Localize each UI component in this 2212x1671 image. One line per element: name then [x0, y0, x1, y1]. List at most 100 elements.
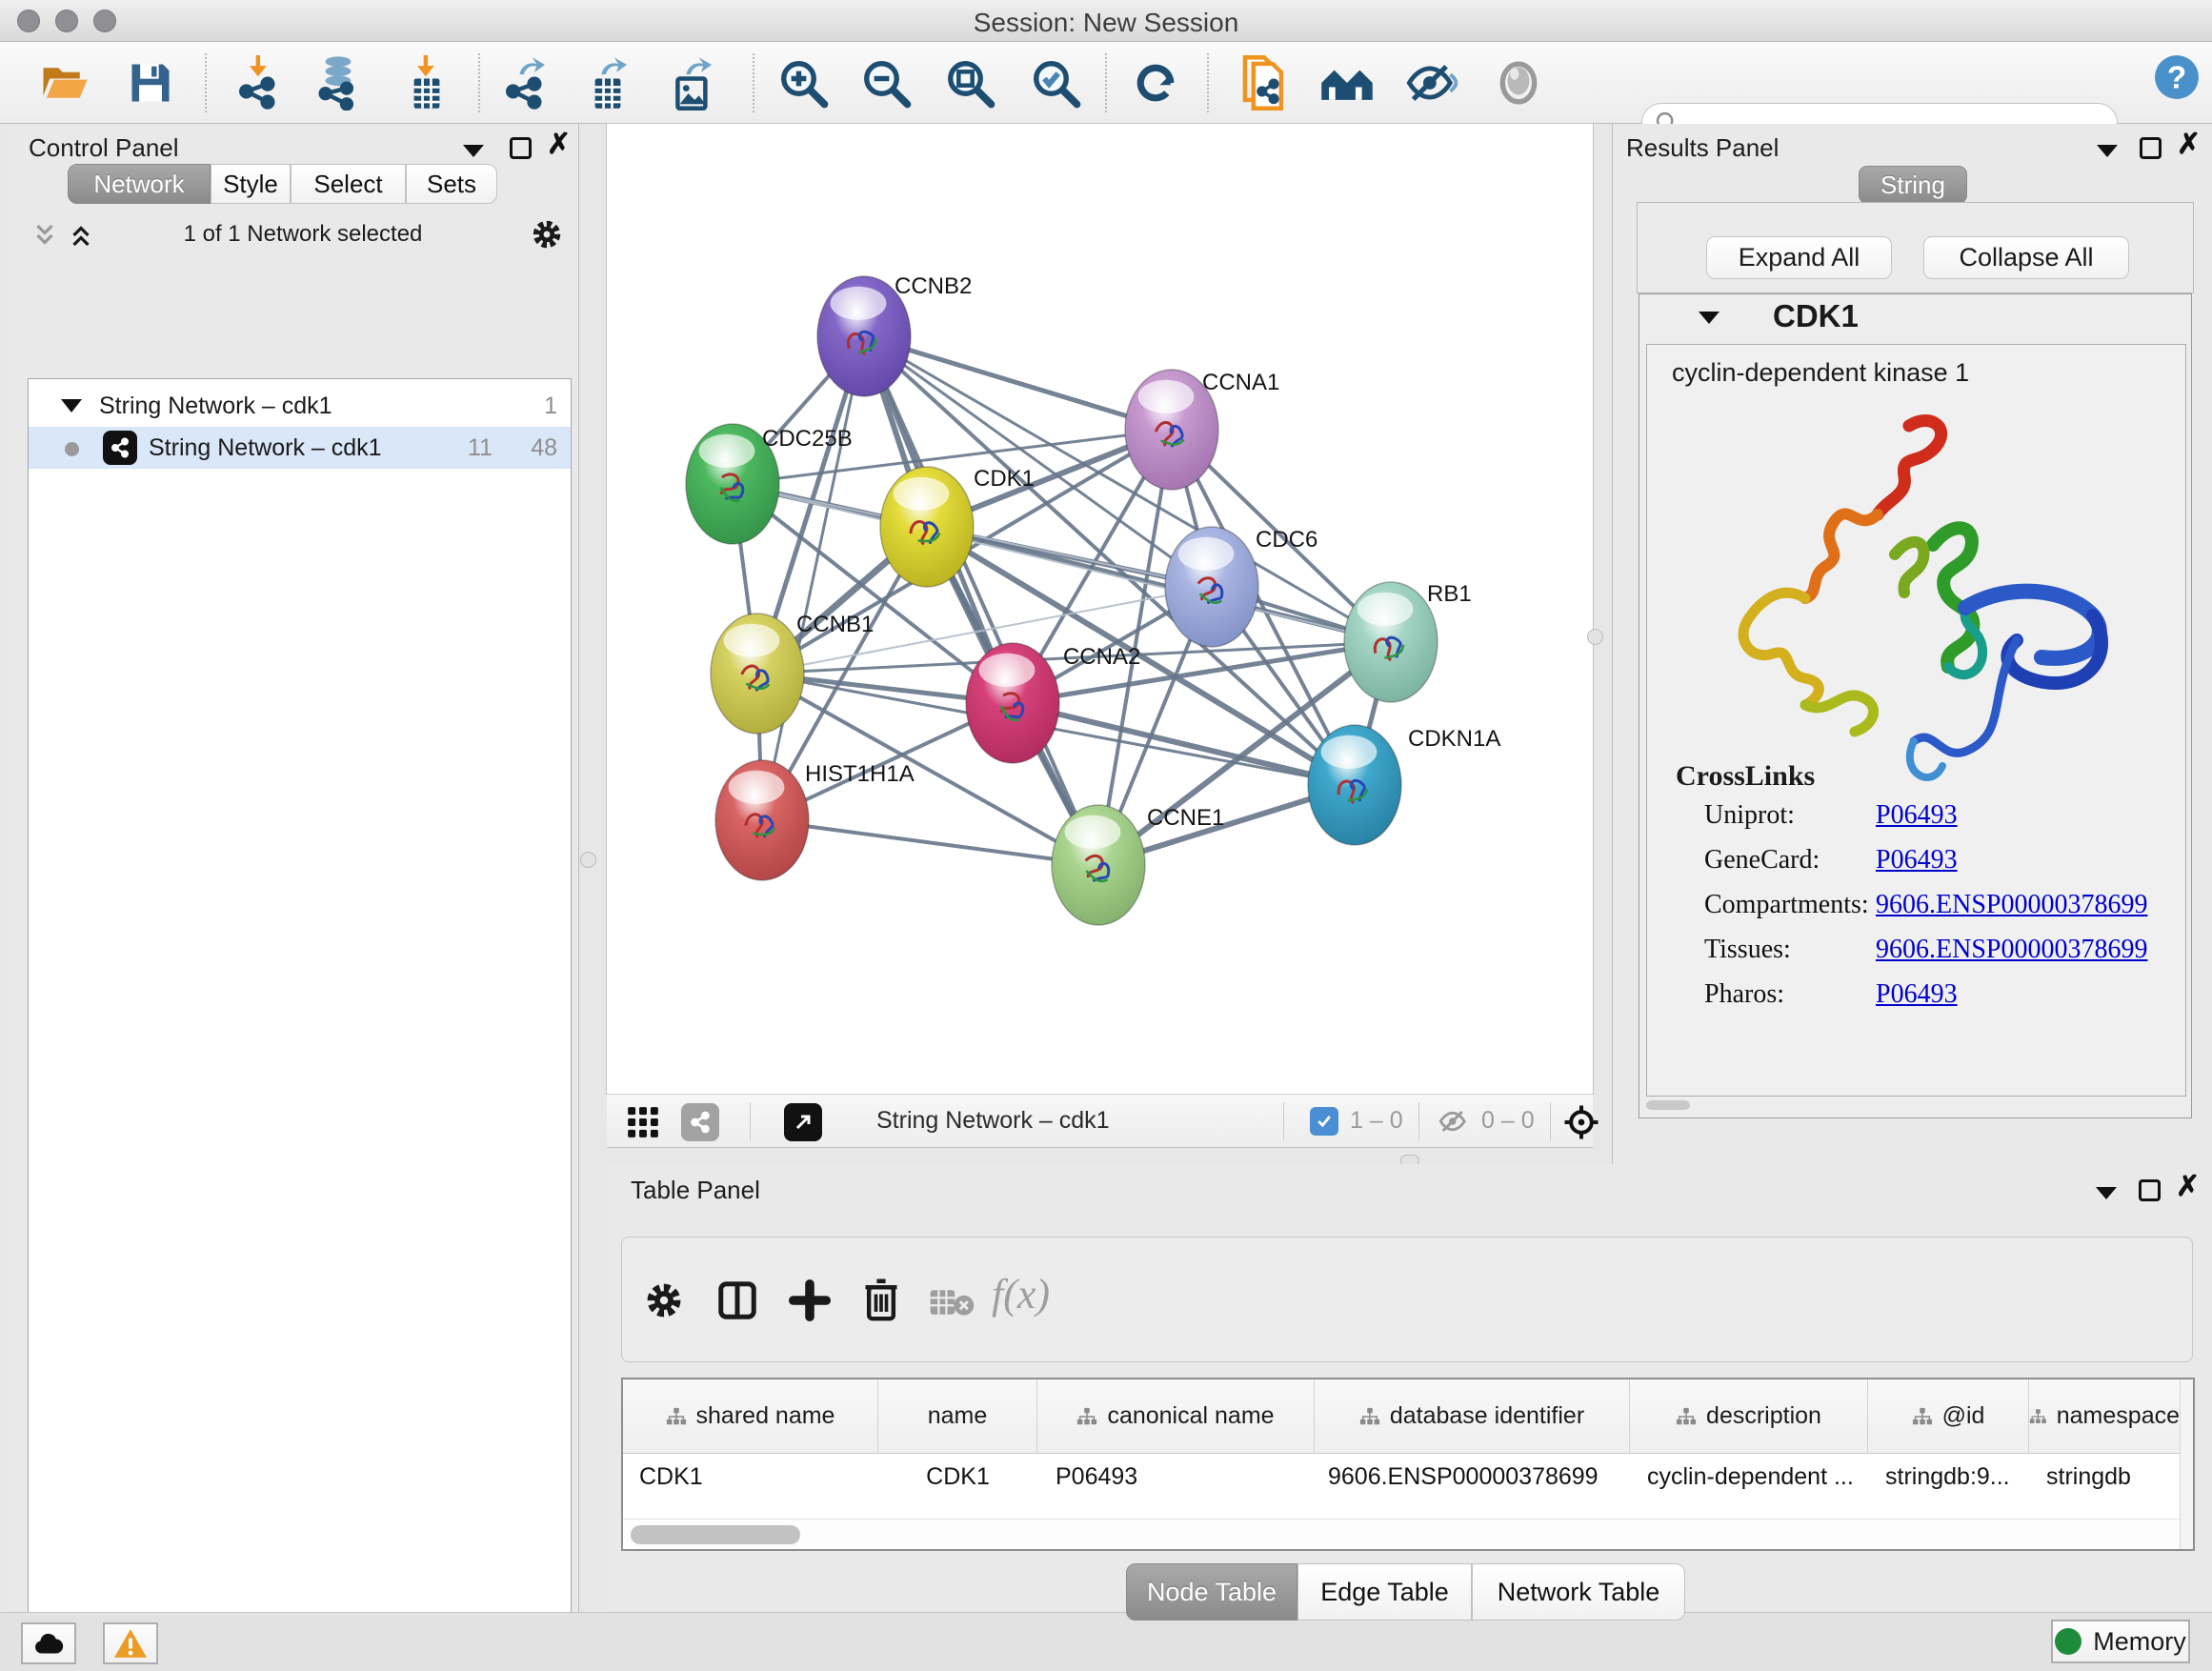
tab-network-table[interactable]: Network Table [1472, 1563, 1685, 1621]
edge-CCNB2-HIST1H1A[interactable] [762, 336, 864, 820]
node-count: 11 [468, 434, 493, 462]
left-splitter-grip[interactable] [580, 852, 596, 868]
table-row[interactable]: CDK1 CDK1 P06493 9606.ENSP00000378699 cy… [623, 1454, 2180, 1517]
node-RB1[interactable]: RB1 [1344, 581, 1472, 702]
node-CDKN1A[interactable]: CDKN1A [1308, 725, 1500, 845]
panel-menu-caret[interactable] [2096, 1187, 2117, 1199]
column-header-id[interactable]: @id [1868, 1379, 2029, 1453]
birdseye-grid-icon[interactable] [624, 1104, 662, 1140]
database-network-icon [312, 55, 365, 111]
network-list-toolbar: 1 of 1 Network selected [8, 215, 579, 255]
import-network-file-button[interactable] [231, 55, 287, 111]
table-tabs: Node Table Edge Table Network Table [1126, 1563, 1685, 1621]
node-CCNE1[interactable]: CCNE1 [1052, 805, 1224, 925]
show-columns-icon[interactable] [715, 1278, 759, 1323]
collapse-all-button[interactable]: Collapse All [1923, 236, 2129, 279]
panel-close-button[interactable]: ✗ [2176, 1176, 2200, 1198]
column-header-database-identifier[interactable]: database identifier [1315, 1379, 1630, 1453]
results-scrollbar-thumb[interactable] [1646, 1100, 1690, 1110]
collapse-all-chevrons-icon[interactable] [30, 221, 59, 250]
tab-style[interactable]: Style [211, 164, 291, 204]
table-vertical-scrollbar[interactable] [2180, 1379, 2193, 1549]
results-panel: Results Panel ✗ String Expand All Collap… [1612, 124, 2212, 1174]
network-row-selected[interactable]: String Network – cdk1 11 48 [29, 427, 571, 469]
panel-menu-caret[interactable] [2097, 145, 2118, 157]
memory-button[interactable]: Memory [2051, 1620, 2190, 1663]
gear-icon[interactable] [643, 1279, 685, 1321]
table-horizontal-scrollbar[interactable] [623, 1519, 2180, 1549]
open-session-button[interactable] [37, 55, 92, 111]
string-import-button[interactable] [1237, 55, 1292, 111]
mapped-column-icon [1676, 1406, 1697, 1427]
crosslink-compartments-link[interactable]: 9606.ENSP00000378699 [1876, 890, 2147, 920]
tree-expand-caret[interactable] [61, 399, 82, 413]
share-network-button[interactable] [681, 1103, 719, 1141]
node-CDC25B[interactable]: CDC25B [686, 424, 853, 544]
panel-float-button[interactable] [2140, 137, 2162, 159]
zoom-fit-button[interactable] [942, 55, 997, 111]
column-header-namespace[interactable]: namespace [2029, 1379, 2180, 1453]
selected-checkbox[interactable] [1310, 1107, 1338, 1136]
export-network-icon [500, 55, 552, 111]
node-CCNA1[interactable]: CCNA1 [1125, 370, 1279, 490]
export-image-button[interactable] [665, 55, 720, 111]
fit-crosshair-icon[interactable] [1562, 1103, 1600, 1141]
node-CCNB1[interactable]: CCNB1 [711, 612, 874, 734]
panel-float-button[interactable] [2139, 1179, 2161, 1201]
column-header-canonical-name[interactable]: canonical name [1037, 1379, 1315, 1453]
expand-all-chevrons-icon[interactable] [67, 221, 95, 250]
crosslink-label: Pharos: [1704, 979, 1784, 1010]
crosslink-pharos-link[interactable]: P06493 [1876, 979, 1958, 1010]
panel-close-button[interactable]: ✗ [2177, 133, 2201, 156]
home-networks-button[interactable] [1319, 55, 1375, 111]
crosslink-tissues-link[interactable]: 9606.ENSP00000378699 [1876, 935, 2147, 965]
panel-float-button[interactable] [510, 137, 532, 159]
zoom-out-button[interactable] [858, 55, 914, 111]
crosslink-uniprot-link[interactable]: P06493 [1876, 800, 1958, 831]
add-column-plus-icon[interactable] [788, 1278, 832, 1323]
column-header-description[interactable]: description [1630, 1379, 1868, 1453]
tab-node-table[interactable]: Node Table [1126, 1563, 1297, 1621]
houses-icon [1319, 57, 1375, 109]
zoom-in-button[interactable] [775, 55, 831, 111]
right-splitter-grip[interactable] [1587, 629, 1603, 645]
expand-all-button[interactable]: Expand All [1706, 236, 1892, 279]
network-collection-row[interactable]: String Network – cdk1 1 [29, 385, 571, 427]
node-CCNB2[interactable]: CCNB2 [817, 273, 972, 396]
tab-select[interactable]: Select [291, 164, 406, 204]
column-header-name[interactable]: name [878, 1379, 1037, 1453]
cloud-status-button[interactable] [21, 1622, 76, 1664]
edge-CCNE1-HIST1H1A[interactable] [762, 820, 1098, 865]
export-network-button[interactable] [498, 55, 553, 111]
gear-icon[interactable] [530, 217, 564, 252]
node-label-CCNB2: CCNB2 [895, 273, 972, 299]
panel-menu-caret[interactable] [463, 145, 484, 157]
help-button[interactable]: ? [2149, 50, 2204, 105]
node-CDK1[interactable]: CDK1 [880, 466, 1035, 587]
hide-panel-button[interactable] [1404, 55, 1459, 111]
delete-trash-icon[interactable] [860, 1276, 902, 1323]
tab-edge-table[interactable]: Edge Table [1297, 1563, 1472, 1621]
save-session-button[interactable] [123, 55, 178, 111]
protein-collapse-caret[interactable] [1699, 312, 1719, 324]
tab-sets[interactable]: Sets [406, 164, 497, 204]
node-HIST1H1A[interactable]: HIST1H1A [715, 760, 915, 880]
network-view-canvas[interactable]: CCNB2CCNA1CDC25BCDK1CDC6RB1CCNB1CCNA2HIS… [607, 124, 1593, 1094]
open-in-window-button[interactable] [784, 1103, 822, 1141]
scrollbar-thumb[interactable] [631, 1525, 800, 1544]
tab-network[interactable]: Network [68, 164, 211, 204]
import-table-file-button[interactable] [399, 55, 454, 111]
crosslink-genecard-link[interactable]: P06493 [1876, 845, 1958, 876]
warning-status-button[interactable] [103, 1622, 158, 1664]
eye-button-disabled[interactable] [1491, 55, 1546, 111]
node-CCNA2[interactable]: CCNA2 [966, 643, 1140, 763]
tab-label: String [1880, 171, 1945, 200]
import-network-database-button[interactable] [311, 55, 366, 111]
panel-close-button[interactable]: ✗ [547, 133, 571, 156]
column-header-shared-name[interactable]: shared name [623, 1379, 878, 1453]
tab-string[interactable]: String [1859, 166, 1967, 204]
zoom-selected-button[interactable] [1028, 55, 1083, 111]
node-label-CDC25B: CDC25B [762, 426, 853, 452]
refresh-view-button[interactable] [1128, 55, 1183, 111]
export-table-button[interactable] [580, 55, 635, 111]
